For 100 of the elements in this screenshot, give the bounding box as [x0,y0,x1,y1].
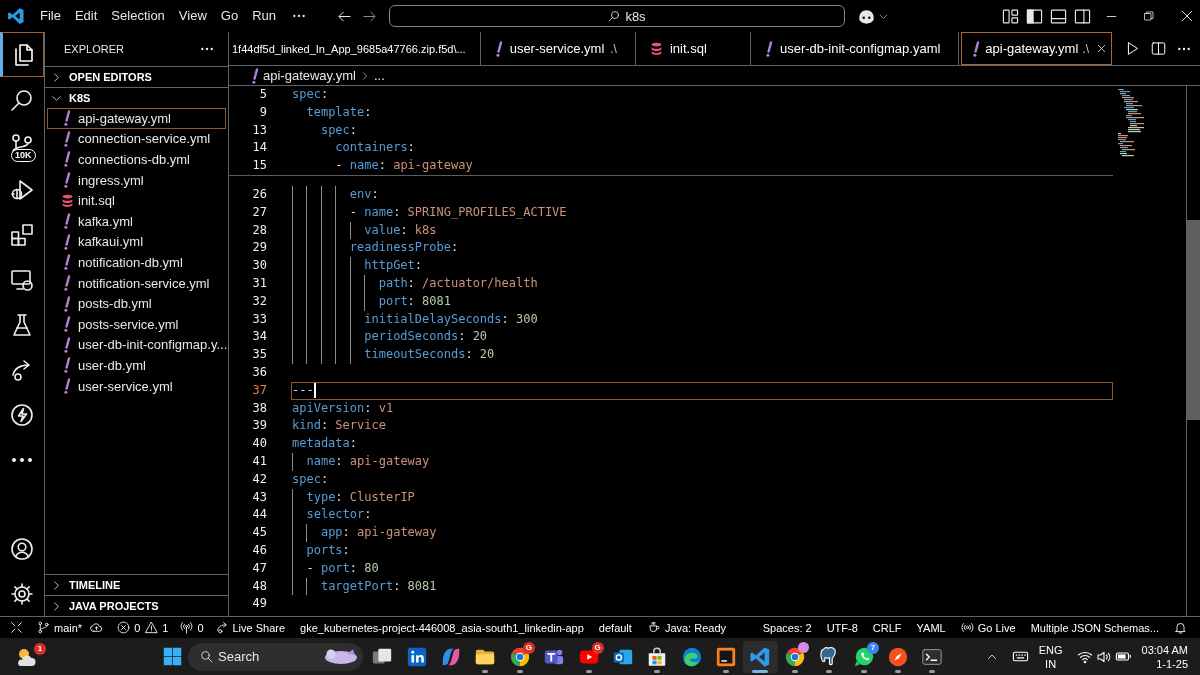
line-number: 42 [251,470,267,488]
tree-item[interactable]: init.sql [47,190,226,211]
search-icon[interactable] [10,87,34,112]
tree-item[interactable]: posts-db.yml [47,293,226,314]
tree-item[interactable]: connection-service.yml [47,128,226,150]
exclamation-icon [63,213,71,230]
search-icon [608,10,621,22]
menu-item[interactable]: Run [245,4,283,28]
section-header[interactable]: K8S [45,88,228,108]
menu-item[interactable]: Edit [67,4,105,28]
tree-item[interactable]: notification-db.yml [47,252,226,273]
exclamation-icon [63,130,71,147]
editor-tab[interactable]: api-gateway.yml .\ [961,32,1112,65]
tree-item[interactable]: user-db.yml [47,355,226,376]
status-item[interactable]: YAML [916,617,946,638]
forward-arrow-icon[interactable] [362,8,377,24]
scrollbar-thumb[interactable] [1187,220,1200,420]
notification-count: 1 [34,642,46,655]
notification-count: G [591,642,604,654]
editor-tab[interactable]: 1f44df5d_linked_In_App_9685a47766.zip.f5d\... [229,32,481,65]
status-item[interactable]: Spaces: 2 [762,617,812,638]
status-item[interactable]: UTF-8 [826,617,858,638]
editor-tab[interactable]: user-service.yml .\ [480,32,636,65]
search-field[interactable]: Search [188,642,363,671]
settings-icon[interactable] [10,581,34,606]
menu-item[interactable]: Go [213,4,246,28]
lightning-icon[interactable] [10,402,34,427]
tree-item[interactable]: ingress.yml [47,169,226,191]
remote-icon[interactable] [10,621,23,634]
split-editor-icon[interactable] [1151,41,1166,56]
sidebar-toggle-icon[interactable] [1026,7,1043,25]
section-header[interactable]: TIMELINE [45,575,228,595]
back-arrow-icon[interactable] [337,8,352,24]
menu-item[interactable]: Selection [104,4,172,28]
warnings-button[interactable]: 1 [145,617,169,638]
tree-item[interactable]: notification-service.yml [47,272,226,294]
split-layout-icon[interactable] [1074,7,1091,25]
status-item[interactable]: Multiple JSON Schemas... [1030,617,1159,638]
taskbar-button[interactable]: G [571,638,606,675]
taskbar-button[interactable] [743,640,778,673]
tree-item[interactable]: user-db-init-configmap.y... [47,334,226,356]
status-item[interactable]: default [598,617,632,638]
code-line: timeoutSeconds: 20 [364,346,495,364]
breadcrumb-item[interactable]: api-gateway.yml [251,67,356,84]
editor-tab[interactable]: init.sql [635,32,751,65]
flask-icon[interactable] [10,312,34,337]
line-number: 13 [251,121,267,139]
tree-item[interactable]: kafkaui.yml [47,231,226,253]
exclamation-icon [63,316,71,333]
code-line: - name: api-gateway [335,157,473,175]
clock[interactable]: 03:04 AM 1-1-25 [1141,642,1188,671]
code-line: app: api-gateway [320,524,437,542]
panel-toggle-icon[interactable] [1050,7,1067,25]
tree-item[interactable]: connections-db.yml [47,149,226,170]
language-indicator[interactable]: ENG IN [1038,642,1063,671]
ports-button[interactable]: 0 [180,617,204,638]
live-share-button[interactable]: Live Share [215,617,286,638]
cloud-icon[interactable] [90,621,104,634]
tree-item[interactable]: posts-service.yml [47,313,226,335]
editor-tab[interactable]: user-db-init-configmap.yaml [750,32,960,65]
run-debug-icon[interactable] [10,177,34,202]
start-icon[interactable] [162,646,183,667]
section-header[interactable]: OPEN EDITORS [45,67,228,87]
code-line: spec: [292,470,329,488]
breadcrumb-item[interactable]: ... [373,68,385,83]
code-editor-icon [749,645,772,668]
exclamation-icon [63,233,71,250]
line-number: 28 [251,221,267,239]
code-line: spec: [292,86,329,103]
code-line: targetPort: 8081 [320,577,437,595]
menu-item[interactable]: View [171,4,214,28]
command-center[interactable]: k8s [389,5,845,27]
extensions-icon[interactable] [10,222,34,247]
line-number: 38 [251,399,267,417]
close-icon[interactable] [1180,9,1194,23]
branch-button[interactable]: main* [37,617,83,638]
status-item[interactable]: CRLF [872,617,902,638]
taskbar-button[interactable]: 7 [846,638,881,675]
database-icon [649,42,663,55]
taskbar-button[interactable]: G [502,638,537,675]
errors-button[interactable]: 0 [117,617,141,638]
sidebar-title: EXPLORER [64,43,125,55]
tree-item[interactable]: api-gateway.yml [47,108,226,129]
remote-monitor-icon[interactable] [10,267,34,292]
account-icon[interactable] [10,536,34,561]
tree-item[interactable]: kafka.yml [47,210,226,232]
go-live-button[interactable]: Go Live [960,617,1016,638]
code-line: spec: [320,121,358,139]
tree-item[interactable]: user-service.yml [47,375,226,397]
java-status[interactable]: Java: Ready [647,617,727,638]
status-item[interactable]: gke_kubernetes-project-446008_asia-south1_linkedin-app [300,617,584,638]
section-header[interactable]: JAVA PROJECTS [45,596,228,616]
caret-down-icon[interactable] [879,11,888,21]
menu-item[interactable]: File [33,4,68,28]
run-icon[interactable] [1125,41,1140,56]
exclamation-icon [63,295,71,312]
restore-icon[interactable] [1143,10,1155,22]
layout-icon[interactable] [1002,7,1019,25]
bell-icon[interactable] [1174,621,1187,634]
line-number: 32 [251,292,267,310]
